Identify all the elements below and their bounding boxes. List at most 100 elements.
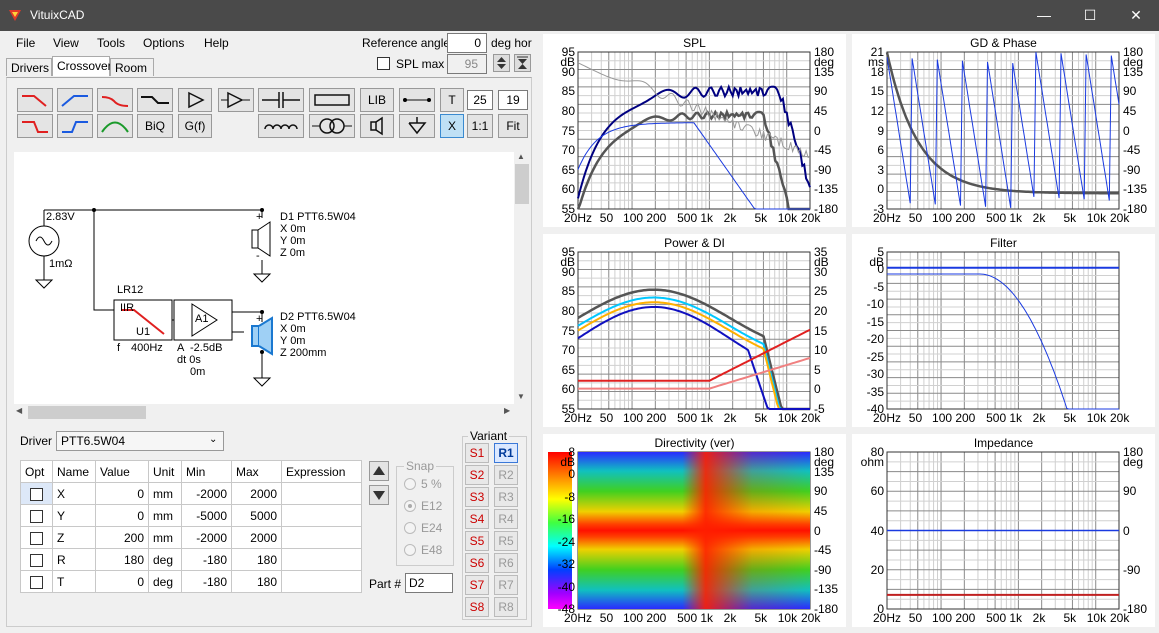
snap-radio-5pct[interactable] xyxy=(404,478,416,490)
variant-r6[interactable]: R6 xyxy=(494,553,518,573)
row-expression[interactable] xyxy=(281,504,362,527)
opt-checkbox[interactable] xyxy=(30,575,43,589)
scroll-thumb-h[interactable] xyxy=(28,406,146,419)
biquad-button[interactable]: BiQ xyxy=(137,114,173,138)
row-expression[interactable] xyxy=(281,570,362,593)
speaker-button[interactable] xyxy=(360,114,394,138)
scroll-up-icon[interactable]: ▲ xyxy=(517,152,525,161)
move-up-button[interactable] xyxy=(369,461,389,481)
lowpass-button[interactable] xyxy=(17,88,53,112)
variant-r1[interactable]: R1 xyxy=(494,443,518,463)
table-row[interactable]: R 180 deg -180 180 xyxy=(20,548,362,571)
variant-s5[interactable]: S5 xyxy=(465,531,489,551)
snap-radio-e48[interactable] xyxy=(404,544,416,556)
variant-s2[interactable]: S2 xyxy=(465,465,489,485)
scroll-down-icon[interactable]: ▼ xyxy=(517,392,525,401)
row-expression[interactable] xyxy=(281,548,362,571)
wire-button[interactable] xyxy=(399,88,435,112)
menu-file[interactable]: File xyxy=(16,36,35,50)
filter-chart-panel[interactable]: Filter xyxy=(852,234,1155,427)
snap-radio-e12[interactable] xyxy=(404,500,416,512)
row-value[interactable]: 180 xyxy=(95,548,149,571)
grid-x-input[interactable]: 25 xyxy=(467,90,493,110)
row-min[interactable]: -2000 xyxy=(181,526,232,549)
reference-angle-input[interactable]: 0 xyxy=(447,33,487,53)
row-value[interactable]: 200 xyxy=(95,526,149,549)
notch-button[interactable] xyxy=(97,88,133,112)
row-value[interactable]: 0 xyxy=(95,504,149,527)
table-row[interactable]: Z 200 mm -2000 2000 xyxy=(20,526,362,549)
zoom-1to1-button[interactable]: 1:1 xyxy=(467,114,493,138)
table-row[interactable]: X 0 mm -2000 2000 xyxy=(20,482,362,505)
lowpass-2-button[interactable] xyxy=(17,114,53,138)
menu-view[interactable]: View xyxy=(53,36,79,50)
amplifier-button[interactable] xyxy=(218,88,254,112)
variant-r3[interactable]: R3 xyxy=(494,487,518,507)
tab-room[interactable]: Room xyxy=(110,58,154,76)
row-max[interactable]: 5000 xyxy=(231,504,282,527)
library-button[interactable]: LIB xyxy=(360,88,394,112)
scroll-thumb[interactable] xyxy=(515,164,529,204)
imp-chart-panel[interactable]: Impedance xyxy=(852,434,1155,627)
inductor-button[interactable] xyxy=(258,114,304,138)
move-down-button[interactable] xyxy=(369,485,389,505)
collapse-button[interactable] xyxy=(514,54,531,72)
variant-r8[interactable]: R8 xyxy=(494,597,518,617)
variant-s6[interactable]: S6 xyxy=(465,553,489,573)
variant-s4[interactable]: S4 xyxy=(465,509,489,529)
zoom-fit-button[interactable]: Fit xyxy=(498,114,528,138)
menu-help[interactable]: Help xyxy=(204,36,229,50)
row-value[interactable]: 0 xyxy=(95,570,149,593)
spl-chart-panel[interactable]: SPL xyxy=(543,34,846,227)
spl-max-input[interactable]: 95 xyxy=(447,54,487,74)
highpass-button[interactable] xyxy=(57,88,93,112)
delete-button[interactable]: X xyxy=(440,114,464,138)
row-min[interactable]: -180 xyxy=(181,570,232,593)
variant-s7[interactable]: S7 xyxy=(465,575,489,595)
row-value[interactable]: 0 xyxy=(95,482,149,505)
transfer-function-button[interactable]: G(f) xyxy=(178,114,212,138)
variant-r5[interactable]: R5 xyxy=(494,531,518,551)
row-max[interactable]: 180 xyxy=(231,548,282,571)
text-button[interactable]: T xyxy=(440,88,464,112)
opt-checkbox[interactable] xyxy=(30,531,43,545)
opt-checkbox[interactable] xyxy=(30,487,43,501)
buffer-button[interactable] xyxy=(178,88,212,112)
tab-crossover[interactable]: Crossover xyxy=(52,56,112,76)
minimize-button[interactable]: — xyxy=(1021,0,1067,31)
variant-r7[interactable]: R7 xyxy=(494,575,518,595)
transformer-button[interactable] xyxy=(309,114,355,138)
schematic-vertical-scrollbar[interactable]: ▲ ▼ xyxy=(514,152,530,404)
gd-chart-panel[interactable]: GD & Phase xyxy=(852,34,1155,227)
row-expression[interactable] xyxy=(281,482,362,505)
table-row[interactable]: Y 0 mm -5000 5000 xyxy=(20,504,362,527)
row-expression[interactable] xyxy=(281,526,362,549)
variant-s3[interactable]: S3 xyxy=(465,487,489,507)
shelf-button[interactable] xyxy=(137,88,173,112)
schematic-horizontal-scrollbar[interactable]: ◀ ▶ xyxy=(14,404,514,421)
schematic-canvas[interactable]: 2.83V 1mΩ + - D1 PTT6.5W04 X 0m Y 0m Z 0… xyxy=(14,152,514,404)
highpass-2-button[interactable] xyxy=(57,114,93,138)
menu-tools[interactable]: Tools xyxy=(97,36,125,50)
up-down-button[interactable] xyxy=(493,54,510,72)
row-min[interactable]: -2000 xyxy=(181,482,232,505)
tab-drivers[interactable]: Drivers xyxy=(6,58,52,76)
variant-s8[interactable]: S8 xyxy=(465,597,489,617)
table-row[interactable]: T 0 deg -180 180 xyxy=(20,570,362,593)
ground-button[interactable] xyxy=(399,114,435,138)
capacitor-button[interactable] xyxy=(258,88,304,112)
bandpass-button[interactable] xyxy=(97,114,133,138)
part-input[interactable]: D2 xyxy=(405,573,453,593)
spl-max-checkbox[interactable] xyxy=(377,57,390,70)
row-max[interactable]: 2000 xyxy=(231,482,282,505)
row-max[interactable]: 2000 xyxy=(231,526,282,549)
row-min[interactable]: -180 xyxy=(181,548,232,571)
snap-radio-e24[interactable] xyxy=(404,522,416,534)
driver-select[interactable]: PTT6.5W04 ⌄ xyxy=(56,431,224,451)
variant-r4[interactable]: R4 xyxy=(494,509,518,529)
maximize-button[interactable]: ☐ xyxy=(1067,0,1113,31)
resistor-button[interactable] xyxy=(309,88,355,112)
row-min[interactable]: -5000 xyxy=(181,504,232,527)
variant-r2[interactable]: R2 xyxy=(494,465,518,485)
grid-y-input[interactable]: 19 xyxy=(498,90,528,110)
